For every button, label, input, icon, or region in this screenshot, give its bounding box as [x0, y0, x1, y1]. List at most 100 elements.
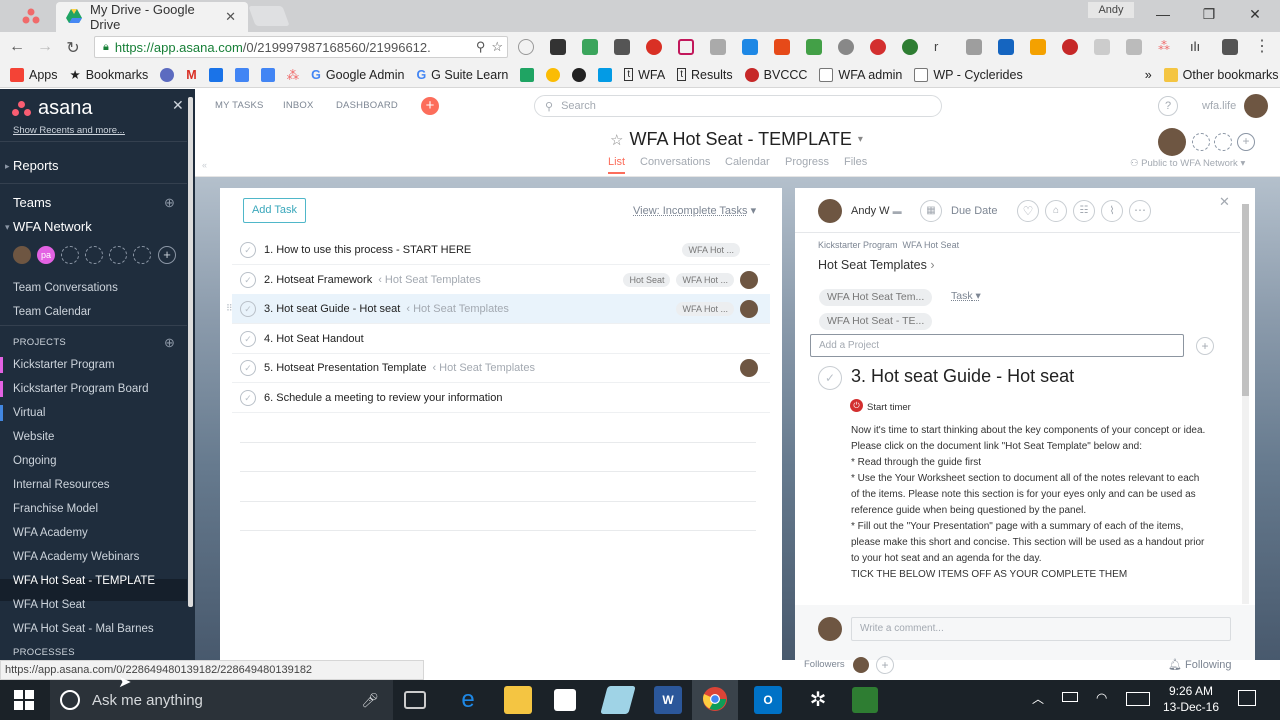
bookmark-wfa-admin[interactable]: WFA admin [819, 67, 902, 82]
notifications-icon[interactable] [1238, 690, 1256, 706]
my-tasks-link[interactable]: MY TASKS [215, 100, 264, 111]
extension-icon[interactable] [1094, 39, 1110, 55]
task-parent[interactable]: ‹ Hot Seat Templates [378, 274, 481, 286]
slack-icon[interactable]: ✲ [804, 686, 832, 714]
task-name[interactable]: 3. Hot seat Guide - Hot seat [264, 303, 400, 315]
add-team-icon[interactable]: ⊕ [164, 195, 175, 211]
bookmark-g-suite-learn[interactable]: GG Suite Learn [416, 68, 508, 82]
bookmark-bvccc[interactable]: BVCCC [744, 67, 807, 82]
asana-app-icon[interactable] [22, 8, 40, 24]
sidebar-project-wfa-hot-seat-mal-barnes[interactable]: WFA Hot Seat - Mal Barnes [13, 623, 154, 635]
subtask-icon[interactable]: ☷ [1073, 200, 1095, 222]
outlook-icon[interactable]: O [754, 686, 782, 714]
bookmarks-overflow[interactable]: » [1145, 68, 1152, 82]
assignee-avatar[interactable] [740, 270, 758, 289]
empty-avatar-icon[interactable] [133, 246, 151, 264]
search-input[interactable]: ⚲ Search [534, 95, 942, 117]
sidebar-project-internal-resources[interactable]: Internal Resources [13, 479, 110, 491]
bookmark-contacts[interactable] [208, 67, 223, 82]
more-icon[interactable]: ⋯ [1129, 200, 1151, 222]
empty-avatar-icon[interactable] [109, 246, 127, 264]
bookmark-asana[interactable]: ⁂ [287, 67, 300, 82]
check-circle-icon[interactable]: ✓ [240, 300, 256, 317]
attachment-icon[interactable]: ⌇ [1101, 200, 1123, 222]
team-calendar-link[interactable]: Team Calendar [13, 306, 91, 318]
file-explorer-icon[interactable] [504, 686, 532, 714]
tab-calendar[interactable]: Calendar [725, 156, 770, 168]
windows-start-icon[interactable] [14, 690, 34, 713]
view-filter-dropdown[interactable]: View: Incomplete Tasks ▾ [633, 204, 756, 217]
due-date-button[interactable]: Due Date [951, 205, 997, 217]
avatar[interactable] [13, 246, 31, 264]
task-tag[interactable]: WFA Hot ... [682, 242, 740, 257]
sidebar-project-wfa-hot-seat[interactable]: WFA Hot Seat [13, 599, 85, 611]
search-icon[interactable]: ⚲ [476, 39, 486, 55]
task-row[interactable]: ✓ 6. Schedule a meeting to review your i… [232, 383, 770, 413]
task-parent[interactable]: ‹ Hot Seat Templates [432, 362, 535, 374]
check-circle-icon[interactable]: ✓ [240, 389, 256, 406]
drag-handle-icon[interactable]: ⠿ [226, 303, 233, 314]
timer-power-icon[interactable]: ⏻ [850, 399, 863, 412]
pocket-icon[interactable] [614, 39, 630, 55]
task-name[interactable]: 1. How to use this process - START HERE [264, 244, 471, 256]
extension-icon[interactable] [1062, 39, 1078, 55]
sidebar-project-ongoing[interactable]: Ongoing [13, 455, 56, 467]
back-icon[interactable]: ← [8, 38, 26, 56]
bookmark-results[interactable]: t Results [677, 68, 733, 82]
bookmark-google-admin[interactable]: G Google Admin [311, 68, 404, 82]
inbox-link[interactable]: INBOX [283, 100, 314, 111]
empty-avatar-icon[interactable] [61, 246, 79, 264]
empty-avatar-icon[interactable] [1192, 133, 1210, 151]
extension-icon[interactable] [902, 39, 918, 55]
add-project-plus-icon[interactable]: + [1196, 337, 1214, 355]
chrome-menu-icon[interactable]: ⋮ [1254, 36, 1270, 56]
extension-icon[interactable] [646, 39, 662, 55]
check-circle-icon[interactable]: ✓ [240, 241, 256, 258]
reload-icon[interactable]: ↻ [64, 38, 82, 58]
extension-r-icon[interactable]: r [934, 39, 950, 55]
task-view-icon[interactable] [404, 691, 426, 709]
task-row[interactable]: ✓ 4. Hot Seat Handout [232, 324, 770, 354]
bookmark-wp-cyclerides[interactable]: WP - Cyclerides [914, 67, 1023, 82]
follower-avatar[interactable] [853, 657, 869, 673]
following-toggle[interactable]: 🔔︎ Following [1168, 658, 1232, 671]
check-circle-icon[interactable]: ✓ [240, 359, 256, 376]
bookmark-extension[interactable] [572, 67, 587, 82]
tab-close-icon[interactable]: ✕ [225, 9, 236, 25]
profile-badge[interactable]: Andy [1088, 2, 1134, 18]
task-row[interactable]: ✓ 5. Hotseat Presentation Template ‹ Hot… [232, 353, 770, 383]
project-title[interactable]: WFA Hot Seat - TEMPLATE [629, 129, 851, 150]
system-clock[interactable]: 9:26 AM 13-Dec-16 [1158, 683, 1224, 715]
wifi-icon[interactable]: ◠ [1096, 690, 1107, 706]
office-icon[interactable] [774, 39, 790, 55]
add-project-input[interactable]: Add a Project [810, 334, 1184, 357]
close-window-icon[interactable]: ✕ [1240, 6, 1270, 23]
chrome-icon[interactable] [702, 686, 728, 712]
complete-task-icon[interactable]: ✓ [818, 366, 842, 390]
bookmark-icon-only[interactable] [160, 67, 175, 82]
address-bar[interactable]: 🔒︎ https://app.asana.com/0/2199979871685… [94, 36, 508, 58]
battery-icon[interactable] [1062, 692, 1078, 702]
collapse-icon[interactable]: « [202, 160, 207, 170]
breadcrumb[interactable]: Kickstarter Program WFA Hot Seat [818, 240, 959, 250]
opera-icon[interactable] [870, 39, 886, 55]
close-icon[interactable]: ✕ [1219, 194, 1230, 210]
tab-conversations[interactable]: Conversations [640, 156, 710, 168]
check-circle-icon[interactable]: ✓ [240, 271, 256, 288]
calendar-icon[interactable]: ▦ [920, 200, 942, 222]
task-tag[interactable]: WFA Hot ... [676, 272, 734, 287]
sidebar-project-wfa-academy-webinars[interactable]: WFA Academy Webinars [13, 551, 139, 563]
asana-extension-icon[interactable]: ⁂ [1158, 39, 1174, 55]
assignee-avatar[interactable] [818, 199, 842, 223]
tab-list[interactable]: List [608, 156, 625, 168]
close-sidebar-icon[interactable]: ✕ [172, 97, 184, 114]
empty-avatar-icon[interactable] [85, 246, 103, 264]
extension-icon[interactable] [550, 39, 566, 55]
edge-icon[interactable]: e [454, 686, 482, 714]
assignee-avatar[interactable] [740, 358, 758, 377]
browser-tab-active[interactable]: My Drive - Google Drive ✕ [56, 2, 248, 32]
bookmark-extension[interactable] [598, 67, 613, 82]
section-dropdown[interactable]: Task ▾ [951, 290, 981, 302]
bookmark-wfa[interactable]: t WFA [624, 68, 665, 82]
chevron-down-icon[interactable]: ▾ [858, 134, 863, 145]
